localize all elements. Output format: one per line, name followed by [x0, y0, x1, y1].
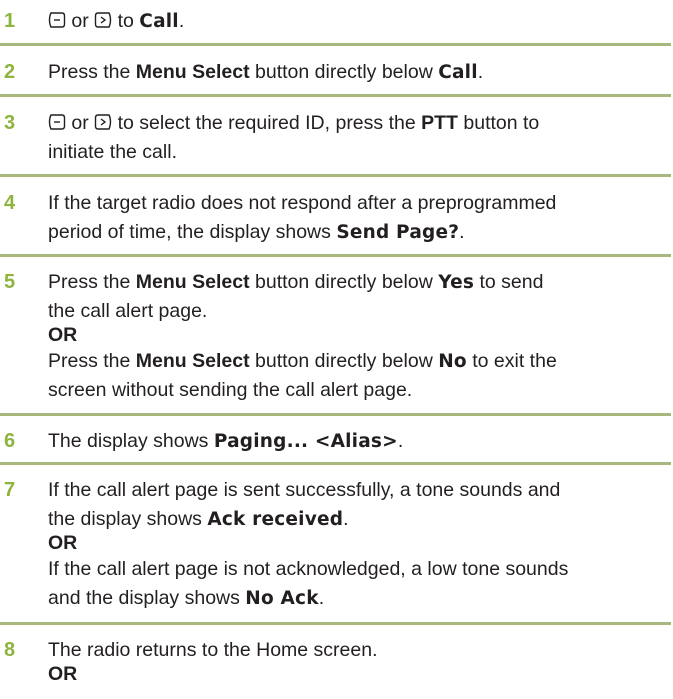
period: . [318, 587, 325, 609]
text-segment: button directly below [255, 61, 433, 83]
procedure-steps: 1 or to Call. 2 Press the Menu Select bu… [0, 0, 673, 699]
nav-left-button-icon [48, 11, 66, 29]
display-text-call: Call [438, 62, 478, 83]
text-line: If the call alert page is sent successfu… [48, 479, 561, 501]
nav-left-button-icon [48, 113, 66, 131]
divider [0, 43, 671, 46]
display-text-no-ack: No Ack [245, 588, 319, 609]
text-segment: button directly below [255, 271, 433, 293]
display-text-no: No [438, 351, 467, 372]
text-line: If the target radio does not respond aft… [48, 192, 557, 214]
step-number: 3 [4, 112, 16, 134]
text-segment: Press the [48, 350, 131, 372]
period: . [343, 508, 349, 530]
divider [0, 94, 671, 97]
step-text-to: to [117, 10, 134, 32]
text-line: the call alert page. [48, 300, 208, 322]
divider [0, 254, 671, 257]
period: . [459, 221, 465, 243]
display-text-ack-received: Ack received [207, 509, 344, 530]
text-line: The radio returns to the Home screen. [48, 639, 378, 661]
text-segment: Press the [48, 61, 131, 83]
step-number: 2 [4, 61, 16, 83]
ptt-label: PTT [421, 112, 458, 134]
text-line: initiate the call. [48, 141, 177, 163]
text-line: screen without sending the call alert pa… [48, 379, 413, 401]
step-number: 1 [4, 10, 16, 32]
step-text: If the target radio does not respond aft… [48, 189, 671, 247]
or-label: OR [48, 324, 78, 346]
text-segment: and the display shows [48, 587, 240, 609]
text-segment: button directly below [255, 350, 433, 372]
step-text: The radio returns to the Home screen. OR [48, 636, 671, 689]
step-text: or to select the required ID, press the … [48, 109, 671, 167]
display-text-yes: Yes [438, 272, 475, 293]
period: . [178, 10, 185, 32]
step-number: 8 [4, 639, 16, 661]
step-number: 4 [4, 192, 16, 214]
period: . [397, 430, 404, 452]
step-text: Press the Menu Select button directly be… [48, 268, 671, 405]
display-text-paging: Paging... <Alias> [213, 431, 398, 452]
divider [0, 462, 671, 465]
display-text-send-page: Send Page? [336, 222, 460, 243]
or-label: OR [48, 532, 78, 554]
divider [0, 174, 671, 177]
step-text: Press the Menu Select button directly be… [48, 58, 671, 87]
step-number: 6 [4, 430, 16, 452]
display-text-call: Call [139, 11, 179, 32]
text-line: If the call alert page is not acknowledg… [48, 558, 569, 580]
text-segment: the display shows [48, 508, 202, 530]
period: . [477, 61, 484, 83]
menu-select-label: Menu Select [135, 61, 250, 83]
divider [0, 413, 671, 416]
text-segment: to select the required ID, press the [117, 112, 416, 134]
text-segment: button to [463, 112, 540, 134]
step-text: If the call alert page is sent successfu… [48, 476, 671, 613]
step-text: or to Call. [48, 7, 671, 36]
nav-right-button-icon [94, 113, 112, 131]
or-word: or [71, 10, 89, 32]
text-segment: The display shows [48, 430, 209, 452]
nav-right-button-icon [94, 11, 112, 29]
text-segment: to send [479, 271, 544, 293]
divider [0, 622, 671, 625]
step-number: 7 [4, 479, 16, 501]
text-segment: to exit the [472, 350, 557, 372]
step-text: The display shows Paging... <Alias>. [48, 427, 671, 456]
step-number: 5 [4, 271, 16, 293]
menu-select-label: Menu Select [135, 271, 250, 293]
text-segment: period of time, the display shows [48, 221, 331, 243]
text-segment: Press the [48, 271, 131, 293]
or-word: or [71, 112, 89, 134]
or-label: OR [48, 663, 78, 685]
menu-select-label: Menu Select [135, 350, 250, 372]
